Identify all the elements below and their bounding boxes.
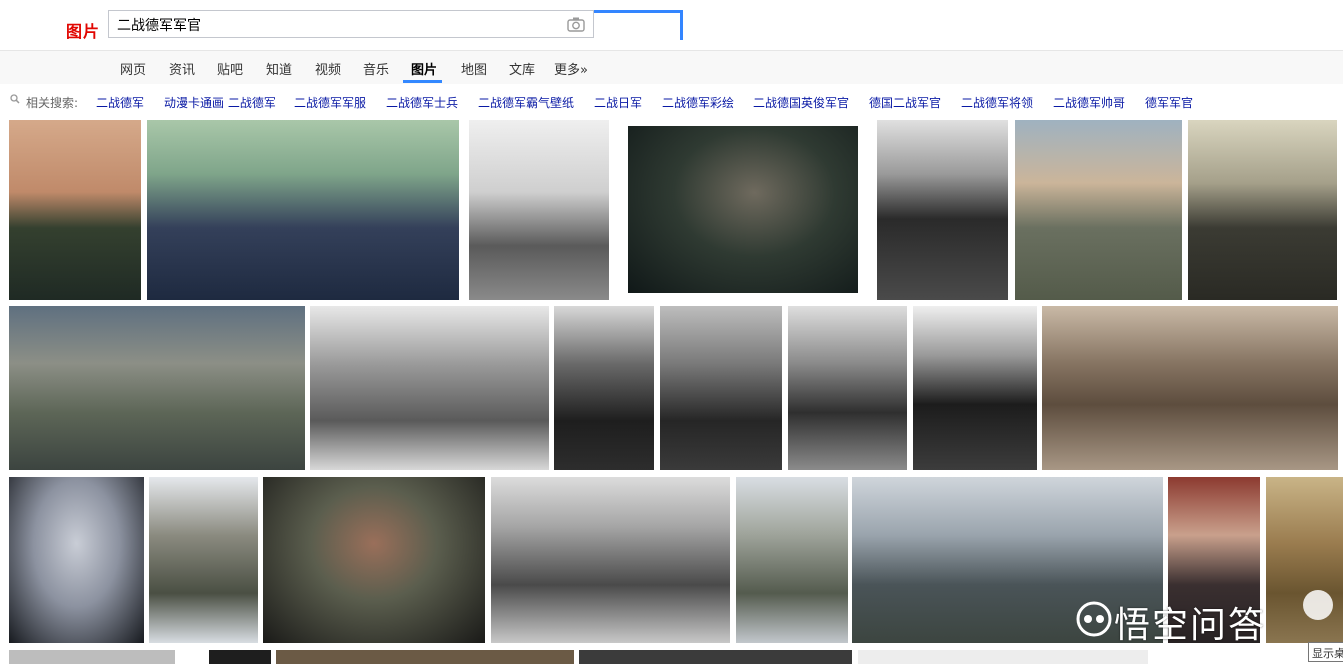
nav-item-images[interactable]: 图片	[411, 59, 437, 78]
search-icon	[10, 94, 20, 104]
header: 图片	[0, 0, 1343, 50]
nav-item-zhidao[interactable]: 知道	[266, 59, 292, 78]
nav-item-music[interactable]: 音乐	[363, 59, 389, 78]
image-result[interactable]	[491, 477, 730, 643]
search-box[interactable]	[108, 10, 594, 38]
watermark-text: 悟空问答	[1114, 605, 1267, 646]
image-result[interactable]	[858, 650, 1148, 664]
image-result[interactable]	[554, 306, 654, 470]
related-searches-label: 相关搜索:	[26, 96, 79, 110]
nav-item-web[interactable]: 网页	[120, 59, 146, 78]
image-result[interactable]	[469, 120, 609, 300]
related-link[interactable]: 二战德军将领	[961, 94, 1033, 111]
image-result[interactable]	[9, 306, 305, 470]
image-result[interactable]	[1015, 120, 1182, 300]
image-result[interactable]	[263, 477, 485, 643]
image-result[interactable]	[628, 126, 858, 293]
images-logo[interactable]: 图片	[66, 18, 100, 42]
related-link[interactable]: 二战德军彩绘	[662, 94, 734, 111]
image-result[interactable]	[9, 477, 144, 643]
nav-item-map[interactable]: 地图	[461, 59, 487, 78]
image-result[interactable]	[788, 306, 907, 470]
image-result[interactable]	[1042, 306, 1338, 470]
related-link[interactable]: 二战德军	[96, 94, 144, 111]
related-link[interactable]: 二战德军霸气壁纸	[478, 94, 574, 111]
related-link[interactable]: 二战德国英俊军官	[753, 94, 849, 111]
nav-bar: 网页 资讯 贴吧 知道 视频 音乐 图片 地图 文库 更多»	[0, 50, 1343, 84]
nav-item-more[interactable]: 更多»	[554, 59, 588, 78]
image-result[interactable]	[147, 120, 459, 300]
image-result[interactable]	[9, 650, 175, 664]
image-result[interactable]	[1188, 120, 1337, 300]
related-link[interactable]: 二战德军士兵	[386, 94, 458, 111]
related-link[interactable]: 二战德军帅哥	[1053, 94, 1125, 111]
image-result[interactable]	[660, 306, 782, 470]
related-link[interactable]: 德国二战军官	[869, 94, 941, 111]
tooltip: 显示桌	[1308, 642, 1343, 662]
image-result[interactable]	[310, 306, 549, 470]
image-result[interactable]	[209, 650, 271, 664]
image-result[interactable]	[276, 650, 574, 664]
nav-item-news[interactable]: 资讯	[169, 59, 195, 78]
image-result[interactable]	[877, 120, 1008, 300]
related-link[interactable]: 二战德军军服	[294, 94, 366, 111]
image-result[interactable]	[913, 306, 1037, 470]
nav-item-wenku[interactable]: 文库	[509, 59, 535, 78]
camera-icon[interactable]	[567, 16, 585, 32]
image-result[interactable]	[9, 120, 141, 300]
nav-item-tieba[interactable]: 贴吧	[217, 59, 243, 78]
nav-item-video[interactable]: 视频	[315, 59, 341, 78]
search-input[interactable]	[117, 15, 557, 35]
active-tab-indicator	[403, 80, 442, 83]
search-button[interactable]	[594, 10, 683, 40]
related-link[interactable]: 德军军官	[1145, 94, 1193, 111]
image-result[interactable]	[736, 477, 848, 643]
image-result[interactable]	[149, 477, 258, 643]
related-link[interactable]: 二战日军	[594, 94, 642, 111]
related-searches: 相关搜索: 二战德军 动漫卡通画 二战德军 二战德军军服 二战德军士兵 二战德军…	[0, 90, 1343, 114]
image-result[interactable]	[579, 650, 852, 664]
related-link[interactable]: 动漫卡通画 二战德军	[164, 94, 276, 111]
